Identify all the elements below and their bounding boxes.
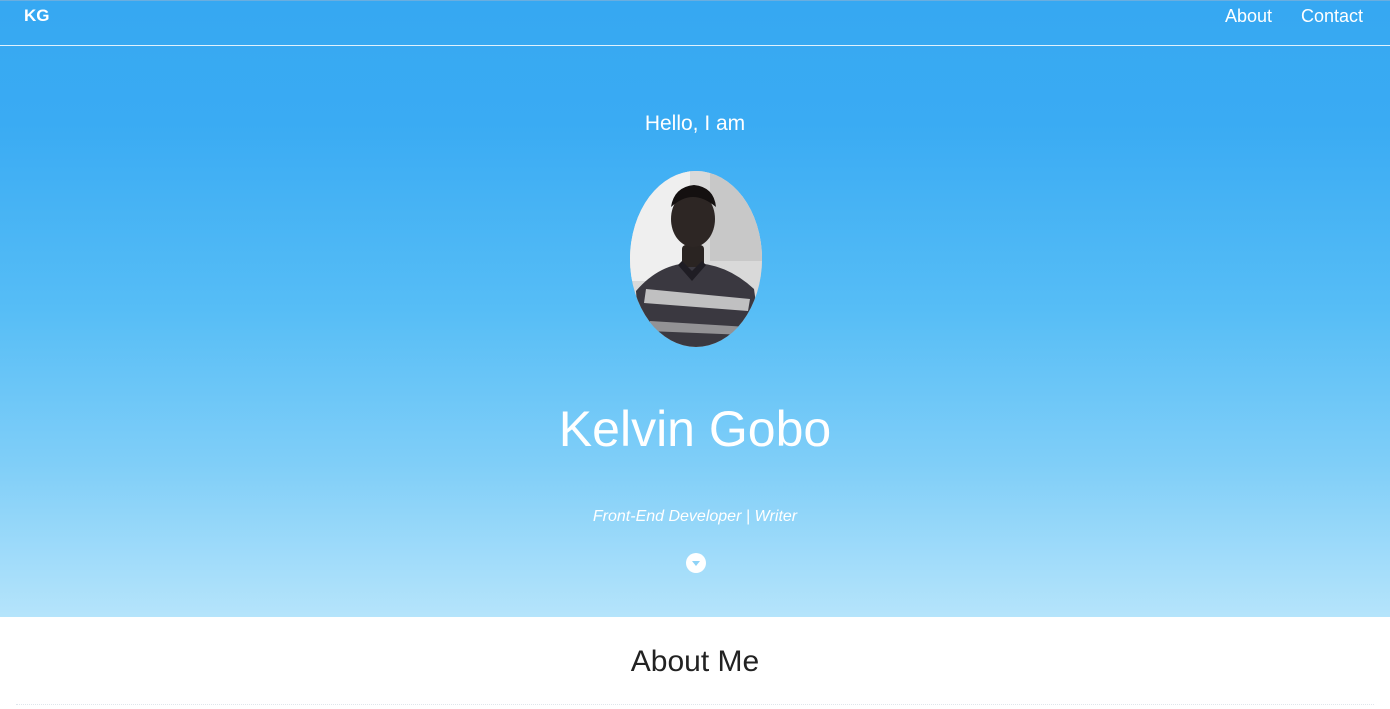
hero-section: KG About Contact Hello, I am Kelvin Gobo… — [0, 0, 1390, 617]
hero-tagline: Front-End Developer | Writer — [592, 508, 798, 525]
brand-logo[interactable]: KG — [24, 6, 50, 26]
nav-link-contact[interactable]: Contact — [1301, 6, 1363, 27]
profile-photo — [630, 171, 762, 347]
scroll-down-button[interactable] — [686, 553, 706, 573]
hero-greeting: Hello, I am — [644, 112, 746, 135]
chevron-down-icon — [692, 561, 700, 566]
about-section-title: About Me — [630, 645, 760, 678]
about-divider — [16, 704, 1374, 705]
nav-link-about[interactable]: About — [1225, 6, 1272, 27]
navbar: KG About Contact — [0, 0, 1390, 46]
hero-name: Kelvin Gobo — [558, 401, 832, 457]
